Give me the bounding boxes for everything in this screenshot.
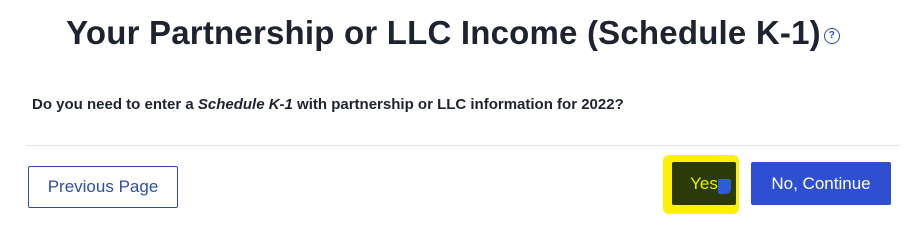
page-title-text: Your Partnership or LLC Income (Schedule… <box>66 14 821 51</box>
question-text: Do you need to enter a Schedule K-1 with… <box>32 96 624 113</box>
mouse-cursor-icon <box>718 179 731 194</box>
previous-page-button[interactable]: Previous Page <box>28 166 178 208</box>
question-suffix: with partnership or LLC information for … <box>292 96 624 113</box>
no-continue-button[interactable]: No, Continue <box>751 162 891 205</box>
help-icon[interactable]: ? <box>823 28 840 44</box>
question-prefix: Do you need to enter a <box>32 96 198 113</box>
page-title: Your Partnership or LLC Income (Schedule… <box>0 14 906 52</box>
divider <box>26 145 900 146</box>
question-form-name: Schedule K-1 <box>197 96 293 113</box>
